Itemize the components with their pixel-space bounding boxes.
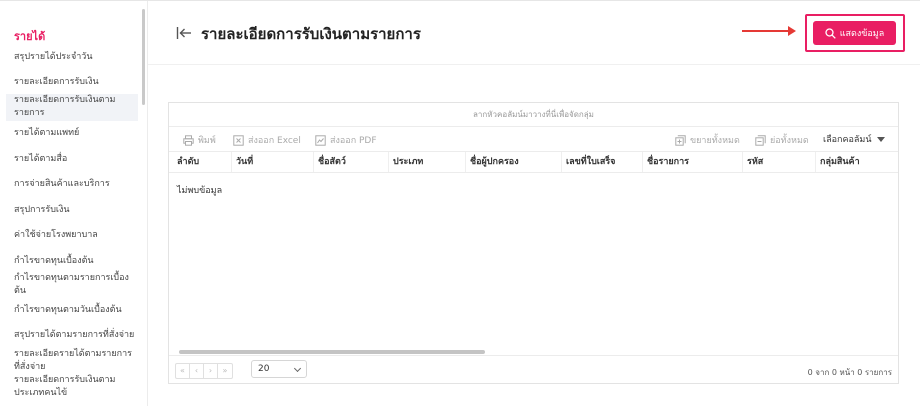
sidebar: รายได้ สรุปรายได้ประจำวัน รายละเอียดการร…: [0, 1, 148, 406]
print-button[interactable]: พิมพ์: [183, 133, 216, 147]
pager: « ‹ › » 20 0 จาก 0 หน้า 0 รายการ: [169, 355, 898, 384]
printer-icon: [183, 134, 194, 146]
sidebar-item-daily-income[interactable]: สรุปรายได้ประจำวัน: [14, 51, 138, 64]
pager-nav: « ‹ › »: [175, 363, 233, 379]
collapse-icon: [755, 134, 766, 146]
search-icon: [825, 27, 836, 39]
next-page-button[interactable]: ›: [204, 364, 218, 378]
sidebar-item-basic-profit[interactable]: กำไรขาดทุนเบื้องต้น: [14, 255, 138, 268]
column-header-type[interactable]: ประเภท: [389, 152, 466, 172]
sidebar-item-ordered-income-summary[interactable]: สรุปรายได้ตามรายการที่สั่งจ่าย: [14, 329, 138, 342]
column-header-product-group[interactable]: กลุ่มสินค้า: [816, 152, 898, 172]
grid-toolbar: พิมพ์ ส่งออก Excel ส่งออก PDF ขยายทั้งหม…: [169, 127, 898, 151]
data-grid: ลากหัวคอลัมน์มาวางที่นี่เพื่อจัดกลุ่ม พิ…: [168, 102, 899, 384]
sidebar-item-profit-by-item[interactable]: กำไรขาดทุนตามรายการเบื้องต้น: [14, 272, 132, 298]
column-header-code[interactable]: รหัส: [743, 152, 816, 172]
sidebar-item-profit-by-day[interactable]: กำไรขาดทุนตามวันเบื้องต้น: [14, 304, 138, 317]
expand-icon: [675, 134, 686, 146]
sidebar-heading: รายได้: [14, 30, 46, 43]
export-excel-button[interactable]: ส่งออก Excel: [233, 133, 301, 147]
group-panel[interactable]: ลากหัวคอลัมน์มาวางที่นี่เพื่อจัดกลุ่ม: [169, 103, 898, 127]
column-chooser-label: เลือกคอลัมน์: [823, 135, 872, 145]
column-header-pet-name[interactable]: ชื่อสัตว์: [314, 152, 389, 172]
collapse-sidebar-icon[interactable]: [176, 26, 192, 40]
caret-down-icon: [877, 136, 886, 142]
excel-icon: [233, 134, 244, 146]
horizontal-scroll-thumb[interactable]: [179, 350, 485, 354]
prev-page-button[interactable]: ‹: [190, 364, 204, 378]
pager-info: 0 จาก 0 หน้า 0 รายการ: [807, 368, 892, 377]
collapse-all-label: ย่อทั้งหมด: [770, 136, 809, 146]
horizontal-scrollbar: [179, 350, 889, 354]
pointer-arrow-icon: [742, 26, 796, 36]
page-size-value: 20: [258, 364, 270, 374]
pdf-icon: [315, 134, 326, 146]
sidebar-item-payment-by-item[interactable]: รายละเอียดการรับเงินตามรายการ: [6, 94, 138, 121]
export-pdf-label: ส่งออก PDF: [330, 136, 377, 146]
sidebar-item-income-by-doctor[interactable]: รายได้ตามแพทย์: [14, 127, 138, 140]
sidebar-item-payment-details[interactable]: รายละเอียดการรับเงิน: [14, 76, 138, 89]
collapse-all-button[interactable]: ย่อทั้งหมด: [755, 133, 809, 147]
column-header-owner-name[interactable]: ชื่อผู้ปกครอง: [466, 152, 562, 172]
sidebar-item-payment-by-patient-type[interactable]: รายละเอียดการรับเงินตามประเภทคนไข้: [14, 374, 126, 400]
sidebar-item-product-dispense[interactable]: การจ่ายสินค้าและบริการ: [14, 178, 138, 191]
page-size-select[interactable]: 20: [251, 360, 307, 378]
column-header-index[interactable]: ลำดับ: [169, 152, 232, 172]
column-header-receipt-no[interactable]: เลขที่ใบเสร็จ: [562, 152, 643, 172]
sidebar-item-ordered-income-details[interactable]: รายละเอียดรายได้ตามรายการที่สั่งจ่าย: [14, 348, 134, 374]
chevron-down-icon: [293, 364, 302, 373]
expand-all-label: ขยายทั้งหมด: [690, 136, 740, 146]
expand-all-button[interactable]: ขยายทั้งหมด: [675, 133, 740, 147]
sidebar-item-payment-summary[interactable]: สรุปการรับเงิน: [14, 204, 138, 217]
column-header-item-name[interactable]: ชื่อรายการ: [643, 152, 743, 172]
first-page-button[interactable]: «: [176, 364, 190, 378]
column-chooser[interactable]: เลือกคอลัมน์: [823, 132, 886, 146]
export-pdf-button[interactable]: ส่งออก PDF: [315, 133, 377, 147]
sidebar-item-income-by-media[interactable]: รายได้ตามสื่อ: [14, 153, 138, 166]
sidebar-item-hospital-expense[interactable]: ค่าใช้จ่ายโรงพยาบาล: [14, 229, 138, 242]
empty-message: ไม่พบข้อมูล: [177, 186, 223, 196]
grid-header-row: ลำดับ วันที่ ชื่อสัตว์ ประเภท ชื่อผู้ปกค…: [169, 151, 898, 173]
show-data-button[interactable]: แสดงข้อมูล: [813, 21, 896, 45]
export-excel-label: ส่งออก Excel: [248, 136, 301, 146]
sidebar-scrollbar[interactable]: [142, 9, 145, 105]
page-title: รายละเอียดการรับเงินตามรายการ: [201, 25, 421, 43]
column-header-date[interactable]: วันที่: [232, 152, 314, 172]
print-label: พิมพ์: [198, 136, 216, 146]
show-data-label: แสดงข้อมูล: [839, 29, 885, 39]
last-page-button[interactable]: »: [218, 364, 232, 378]
header-divider: [148, 64, 920, 65]
